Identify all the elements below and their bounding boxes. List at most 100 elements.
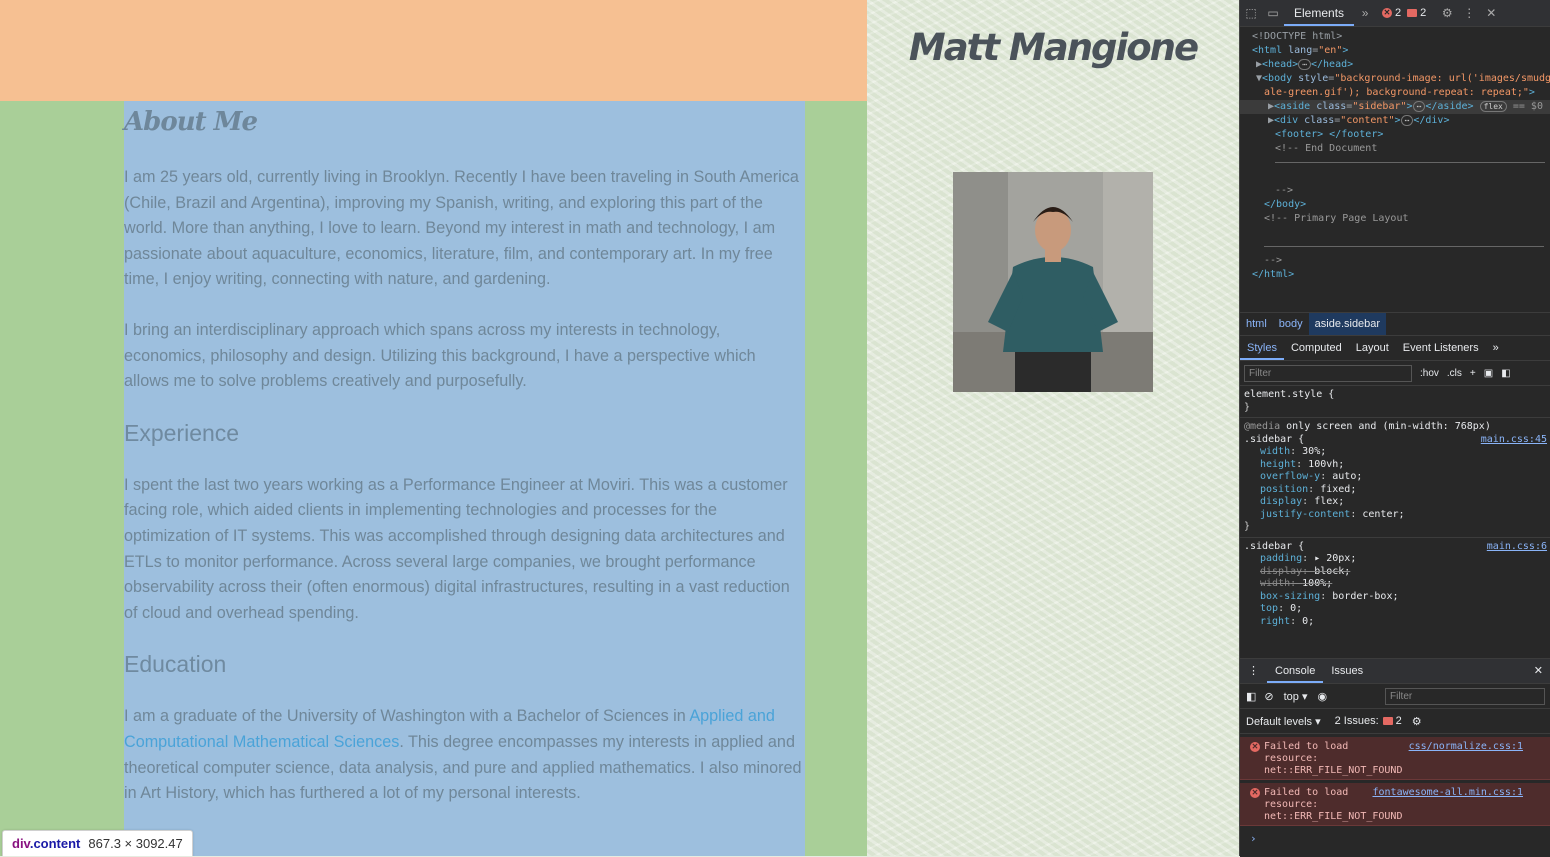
rule1-selector[interactable]: .sidebar {main.css:45 bbox=[1244, 434, 1547, 447]
error-icon: ✕ bbox=[1250, 742, 1260, 752]
sidebar-icon[interactable]: ◧ bbox=[1246, 690, 1256, 703]
dom-html[interactable]: <html lang="en"> bbox=[1240, 44, 1550, 58]
rule2-source-link[interactable]: main.css:6 bbox=[1487, 541, 1547, 554]
hov-toggle[interactable]: :hov bbox=[1420, 368, 1439, 379]
crumb-aside-sidebar[interactable]: aside.sidebar bbox=[1308, 313, 1387, 335]
error-source-link[interactable]: fontawesome-all.min.css:1 bbox=[1372, 787, 1523, 799]
tab-issues[interactable]: Issues bbox=[1323, 659, 1371, 683]
css-property[interactable]: display: flex; bbox=[1244, 496, 1547, 509]
css-property[interactable]: width: 30%; bbox=[1244, 446, 1547, 459]
css-property[interactable]: width: 100%; bbox=[1244, 578, 1547, 591]
inspect-element-icon[interactable]: ⬚ bbox=[1240, 0, 1262, 26]
tab-computed[interactable]: Computed bbox=[1284, 336, 1349, 360]
content: About Me I am 25 years old, currently li… bbox=[124, 101, 805, 832]
close-drawer-icon[interactable]: ✕ bbox=[1526, 659, 1550, 683]
console-drawer: ⋮ Console Issues ✕ ◧ ⊘ top ▾ ◉ Filter De… bbox=[1240, 658, 1550, 857]
css-property[interactable]: display: block; bbox=[1244, 566, 1547, 579]
dom-head[interactable]: ▶<head> ⋯ </head> bbox=[1240, 58, 1550, 72]
portrait-photo bbox=[953, 172, 1153, 392]
css-property[interactable]: padding: ▸ 20px; bbox=[1244, 553, 1547, 566]
default-levels-select[interactable]: Default levels ▾ bbox=[1246, 715, 1321, 728]
css-property[interactable]: position: fixed; bbox=[1244, 484, 1547, 497]
tab-styles[interactable]: Styles bbox=[1240, 336, 1284, 360]
css-property[interactable]: justify-content: center; bbox=[1244, 509, 1547, 522]
eye-icon[interactable]: ◉ bbox=[1318, 690, 1328, 703]
more-tabs-icon[interactable]: » bbox=[1354, 0, 1376, 26]
styles-pane: element.style { } @media only screen and… bbox=[1240, 386, 1550, 627]
paint-icon[interactable]: ▣ bbox=[1484, 368, 1493, 379]
css-property[interactable]: box-sizing: border-box; bbox=[1244, 591, 1547, 604]
issues-count[interactable]: 2 bbox=[1382, 715, 1402, 727]
dom-comment-end[interactable]: <!-- End Document bbox=[1240, 142, 1550, 156]
console-settings-gear-icon[interactable]: ⚙ bbox=[1412, 715, 1422, 728]
dom-footer[interactable]: <footer> </footer> bbox=[1240, 128, 1550, 142]
error-counter[interactable]: ✕ 2 bbox=[1382, 7, 1401, 19]
drawer-menu-icon[interactable]: ⋮ bbox=[1240, 659, 1267, 683]
dom-comment-rule bbox=[1240, 156, 1550, 170]
content-margin-overlay bbox=[0, 0, 867, 101]
tab-elements[interactable]: Elements bbox=[1284, 0, 1355, 26]
more-subtabs-icon[interactable]: » bbox=[1486, 336, 1506, 360]
css-property[interactable]: right: 0; bbox=[1244, 616, 1547, 628]
breadcrumb: html body aside.sidebar bbox=[1240, 313, 1550, 336]
education-text-before: I am a graduate of the University of Was… bbox=[124, 707, 690, 726]
dom-blank bbox=[1240, 170, 1550, 184]
console-tabs: ⋮ Console Issues ✕ bbox=[1240, 659, 1550, 684]
console-toolbar-2: Default levels ▾ 2 Issues: 2 ⚙ bbox=[1240, 709, 1550, 734]
tooltip-tag: div.content bbox=[12, 836, 81, 851]
dom-aside-sidebar[interactable]: ▶<aside class="sidebar"> ⋯ </aside> flex =… bbox=[1240, 100, 1550, 114]
styles-filter-input[interactable]: Filter bbox=[1244, 364, 1412, 382]
site-title: Matt Mangione bbox=[908, 26, 1199, 69]
crumb-body[interactable]: body bbox=[1273, 313, 1309, 335]
dom-div-content[interactable]: ▶<div class="content"> ⋯ </div> bbox=[1240, 114, 1550, 128]
media-query: @media only screen and (min-width: 768px… bbox=[1244, 421, 1491, 432]
flex-badge[interactable]: flex bbox=[1479, 101, 1507, 112]
error-source-link[interactable]: css/normalize.css:1 bbox=[1409, 741, 1523, 753]
context-select[interactable]: top ▾ bbox=[1284, 690, 1308, 703]
rule2-selector[interactable]: .sidebar {main.css:6 bbox=[1244, 541, 1547, 554]
clear-console-icon[interactable]: ⊘ bbox=[1264, 690, 1273, 703]
rule1-source-link[interactable]: main.css:45 bbox=[1481, 434, 1547, 447]
console-toolbar: ◧ ⊘ top ▾ ◉ Filter bbox=[1240, 684, 1550, 709]
sidebar-toggle-icon[interactable]: ◧ bbox=[1501, 368, 1510, 379]
device-toggle-icon[interactable]: ▭ bbox=[1262, 0, 1284, 26]
tab-console[interactable]: Console bbox=[1267, 659, 1324, 683]
console-error-message: ✕ Failed to load resource: net::ERR_FILE… bbox=[1240, 737, 1550, 780]
kebab-menu-icon[interactable]: ⋮ bbox=[1458, 0, 1480, 26]
close-devtools-icon[interactable]: ✕ bbox=[1480, 0, 1502, 26]
devtools-toolbar: ⬚ ▭ Elements » ✕ 2 2 ⚙ ⋮ ✕ bbox=[1240, 0, 1550, 27]
tab-event-listeners[interactable]: Event Listeners bbox=[1396, 336, 1486, 360]
console-filter-input[interactable]: Filter bbox=[1385, 687, 1545, 705]
css-property[interactable]: top: 0; bbox=[1244, 603, 1547, 616]
element-style-rule[interactable]: element.style { bbox=[1244, 389, 1547, 402]
css-property[interactable]: height: 100vh; bbox=[1244, 459, 1547, 472]
new-rule-plus-icon[interactable]: + bbox=[1470, 368, 1476, 379]
rule-close: } bbox=[1244, 401, 1251, 413]
experience-paragraph: I spent the last two years working as a … bbox=[124, 475, 790, 622]
crumb-html[interactable]: html bbox=[1240, 313, 1273, 335]
settings-gear-icon[interactable]: ⚙ bbox=[1436, 0, 1458, 26]
dom-body-close[interactable]: </body> bbox=[1240, 198, 1550, 212]
dom-comment-primary[interactable]: <!-- Primary Page Layout bbox=[1240, 212, 1550, 226]
styles-subtabs: Styles Computed Layout Event Listeners » bbox=[1240, 336, 1550, 361]
education-paragraph: I am a graduate of the University of Was… bbox=[124, 704, 805, 806]
tab-layout[interactable]: Layout bbox=[1349, 336, 1396, 360]
sidebar: Matt Mangione bbox=[867, 0, 1239, 856]
issue-counter[interactable]: 2 bbox=[1407, 7, 1426, 19]
dom-body-attr-cont: ale-green.gif'); background-repeat: repe… bbox=[1264, 87, 1535, 98]
dom-blank-2 bbox=[1240, 226, 1550, 240]
rule-close: } bbox=[1244, 521, 1251, 532]
dom-body-open[interactable]: ▼<body style="background-image: url('ima… bbox=[1240, 72, 1550, 86]
about-heading: About Me bbox=[124, 107, 258, 137]
about-paragraph-1: I am 25 years old, currently living in B… bbox=[124, 168, 799, 289]
dom-comment-close: --> bbox=[1275, 185, 1294, 196]
dom-html-close[interactable]: </html> bbox=[1240, 268, 1550, 282]
dom-doctype[interactable]: <!DOCTYPE html> bbox=[1240, 30, 1550, 44]
element-inspect-tooltip: div.content 867.3 × 3092.47 bbox=[2, 830, 193, 856]
console-prompt[interactable]: › bbox=[1240, 826, 1550, 851]
page-viewport: About Me I am 25 years old, currently li… bbox=[0, 0, 1239, 856]
cls-toggle[interactable]: .cls bbox=[1447, 368, 1462, 379]
issues-label[interactable]: 2 Issues: bbox=[1335, 715, 1379, 727]
console-error-message: ✕ Failed to load resource: net::ERR_FILE… bbox=[1240, 783, 1550, 826]
css-property[interactable]: overflow-y: auto; bbox=[1244, 471, 1547, 484]
